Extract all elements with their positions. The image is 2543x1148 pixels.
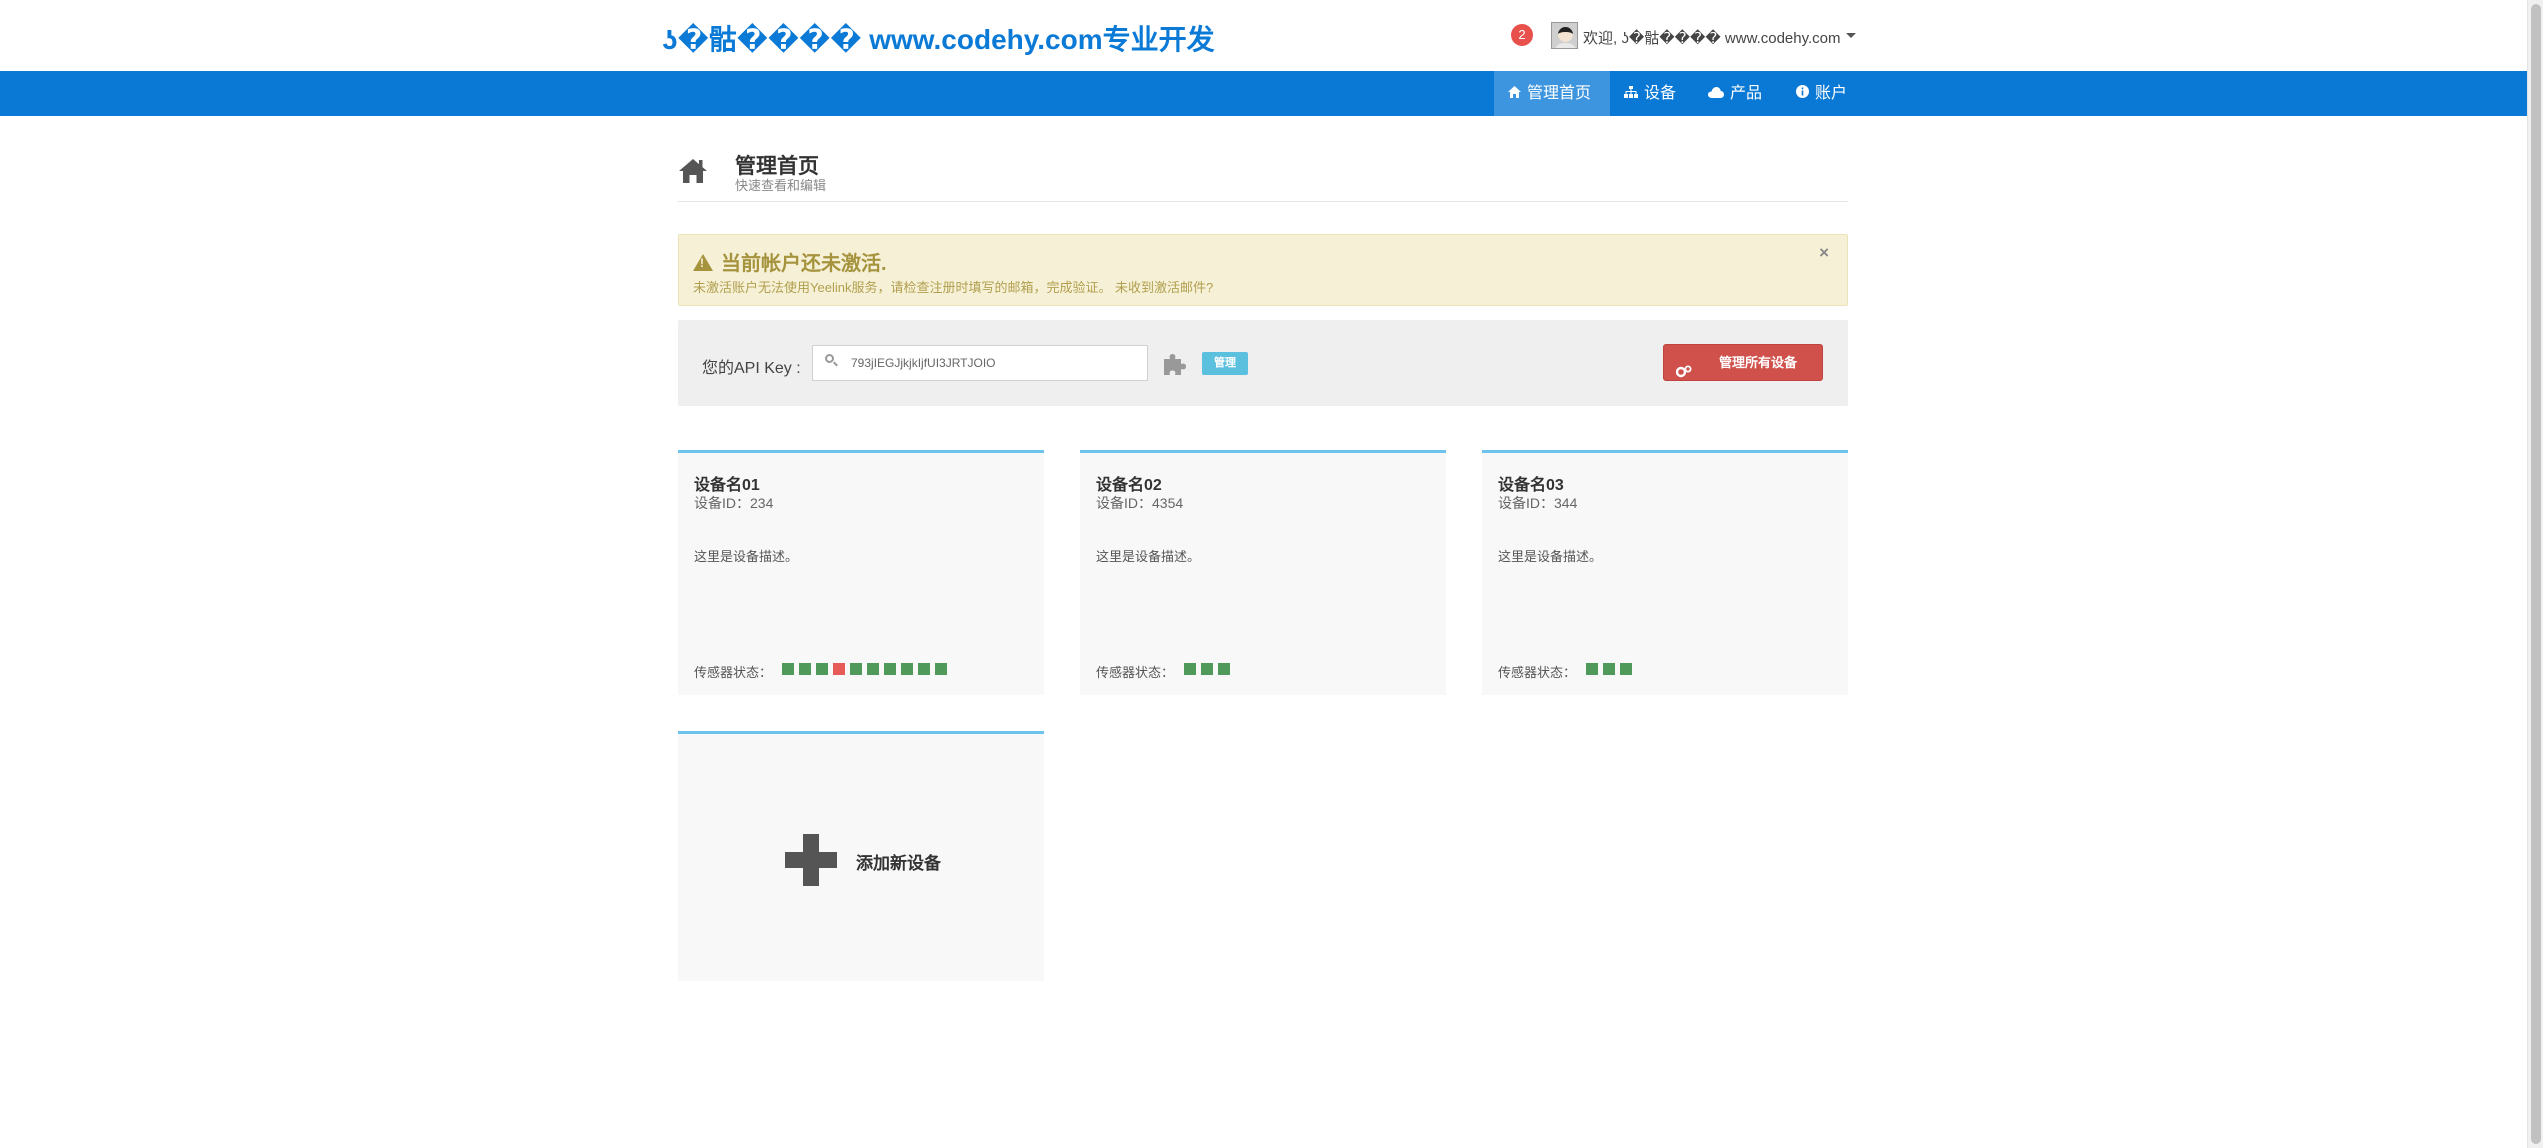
manage-tag[interactable]: 管理	[1202, 352, 1248, 375]
nav-item-label: 账户	[1815, 85, 1848, 102]
device-name[interactable]: 设备名03	[1498, 471, 1564, 495]
nav-item-home[interactable]: 管理首页	[1494, 71, 1610, 116]
sensor-status-ok	[850, 663, 862, 675]
sensor-status-ok	[1184, 663, 1196, 675]
avatar[interactable]	[1551, 22, 1578, 49]
main-navbar: 管理首页 设备 产品 账户	[0, 71, 2527, 116]
sensor-status-ok	[816, 663, 828, 675]
device-card[interactable]: 设备名02 设备ID：4354 这里是设备描述。 传感器状态：	[1080, 450, 1446, 695]
sensor-status-ok	[782, 663, 794, 675]
chevron-down-icon[interactable]	[1846, 33, 1856, 38]
puzzle-icon[interactable]	[1162, 351, 1188, 377]
sensor-status-ok	[867, 663, 879, 675]
page-header: 管理首页 快速查看和编辑	[678, 150, 1848, 202]
warning-icon	[693, 254, 713, 271]
plus-icon	[785, 834, 837, 886]
home-icon	[678, 158, 708, 186]
api-key-label: 您的API Key :	[702, 360, 801, 377]
add-device-card[interactable]: 添加新设备	[678, 731, 1044, 981]
device-card[interactable]: 设备名03 设备ID：344 这里是设备描述。 传感器状态：	[1482, 450, 1848, 695]
device-id: 设备ID：344	[1498, 495, 1578, 511]
device-id: 设备ID：234	[694, 495, 774, 511]
sensor-indicators	[1184, 663, 1235, 675]
sensor-status-ok	[1603, 663, 1615, 675]
gears-icon	[1675, 356, 1692, 391]
nav-item-label: 产品	[1730, 85, 1763, 102]
close-icon[interactable]: ×	[1819, 243, 1829, 263]
device-name[interactable]: 设备名01	[694, 471, 760, 495]
sensor-status-ok	[918, 663, 930, 675]
device-id: 设备ID：4354	[1096, 495, 1184, 511]
api-key-field[interactable]: 793jIEGJjkjkIjfUI3JRTJOIO	[812, 345, 1148, 381]
nav-item-label: 设备	[1644, 85, 1677, 102]
nav-item-products[interactable]: 产品	[1694, 71, 1776, 116]
home-icon	[1508, 71, 1521, 116]
search-icon	[825, 354, 834, 363]
nav-item-devices[interactable]: 设备	[1610, 71, 1690, 116]
device-description: 这里是设备描述。	[694, 549, 799, 564]
sensor-status-ok	[799, 663, 811, 675]
page-scrollbar[interactable]	[2527, 0, 2543, 1148]
notification-badge[interactable]: 2	[1511, 24, 1533, 46]
device-description: 这里是设备描述。	[1096, 549, 1201, 564]
scrollbar-thumb[interactable]	[2531, 4, 2541, 1144]
alert-message[interactable]: 未激活账户无法使用Yeelink服务，请检查注册时填写的邮箱，完成验证。 未收到…	[693, 277, 1213, 296]
sensor-indicators	[1586, 663, 1637, 675]
sensor-status-ok	[935, 663, 947, 675]
device-card[interactable]: 设备名01 设备ID：234 这里是设备描述。 传感器状态：	[678, 450, 1044, 695]
sensor-status-ok	[901, 663, 913, 675]
sitemap-icon	[1624, 71, 1638, 116]
sensor-status-label: 传感器状态：	[1498, 665, 1577, 680]
sensor-status-ok	[1218, 663, 1230, 675]
activation-alert: 当前帐户还未激活. 未激活账户无法使用Yeelink服务，请检查注册时填写的邮箱…	[678, 234, 1848, 306]
sensor-indicators	[782, 663, 952, 675]
user-welcome[interactable]: 欢迎, ʖ�骷���� www.codehy.com	[1583, 27, 1841, 48]
sensor-status-ok	[1586, 663, 1598, 675]
manage-all-devices-label: 管理所有设备	[1719, 355, 1798, 370]
device-name[interactable]: 设备名02	[1096, 471, 1162, 495]
sensor-status-ok	[1201, 663, 1213, 675]
nav-item-account[interactable]: 账户	[1782, 71, 1861, 116]
device-description: 这里是设备描述。	[1498, 549, 1603, 564]
avatar-head	[1558, 27, 1573, 42]
top-header: ʖ�骷���� www.codehy.com专业开发 2 欢迎, ʖ�骷����…	[0, 0, 2527, 71]
alert-title-row: 当前帐户还未激活.	[693, 247, 887, 276]
sensor-status-label: 传感器状态：	[1096, 665, 1175, 680]
add-device-label: 添加新设备	[856, 854, 941, 873]
api-key-value: 793jIEGJjkjkIjfUI3JRTJOIO	[851, 356, 996, 370]
sensor-status-ok	[884, 663, 896, 675]
alert-title: 当前帐户还未激活.	[721, 253, 887, 275]
page-subtitle: 快速查看和编辑	[735, 178, 827, 193]
api-key-panel: 您的API Key : 793jIEGJjkjkIjfUI3JRTJOIO 管理…	[678, 320, 1848, 406]
sensor-status-alert	[833, 663, 845, 675]
nav-item-label: 管理首页	[1527, 85, 1592, 102]
sensor-status-label: 传感器状态：	[694, 665, 773, 680]
info-icon	[1796, 71, 1809, 116]
manage-all-devices-button[interactable]: 管理所有设备	[1663, 344, 1823, 381]
avatar-body	[1554, 43, 1577, 48]
sensor-status-ok	[1620, 663, 1632, 675]
site-brand[interactable]: ʖ�骷���� www.codehy.com专业开发	[662, 18, 1215, 58]
cloud-icon	[1708, 71, 1724, 116]
